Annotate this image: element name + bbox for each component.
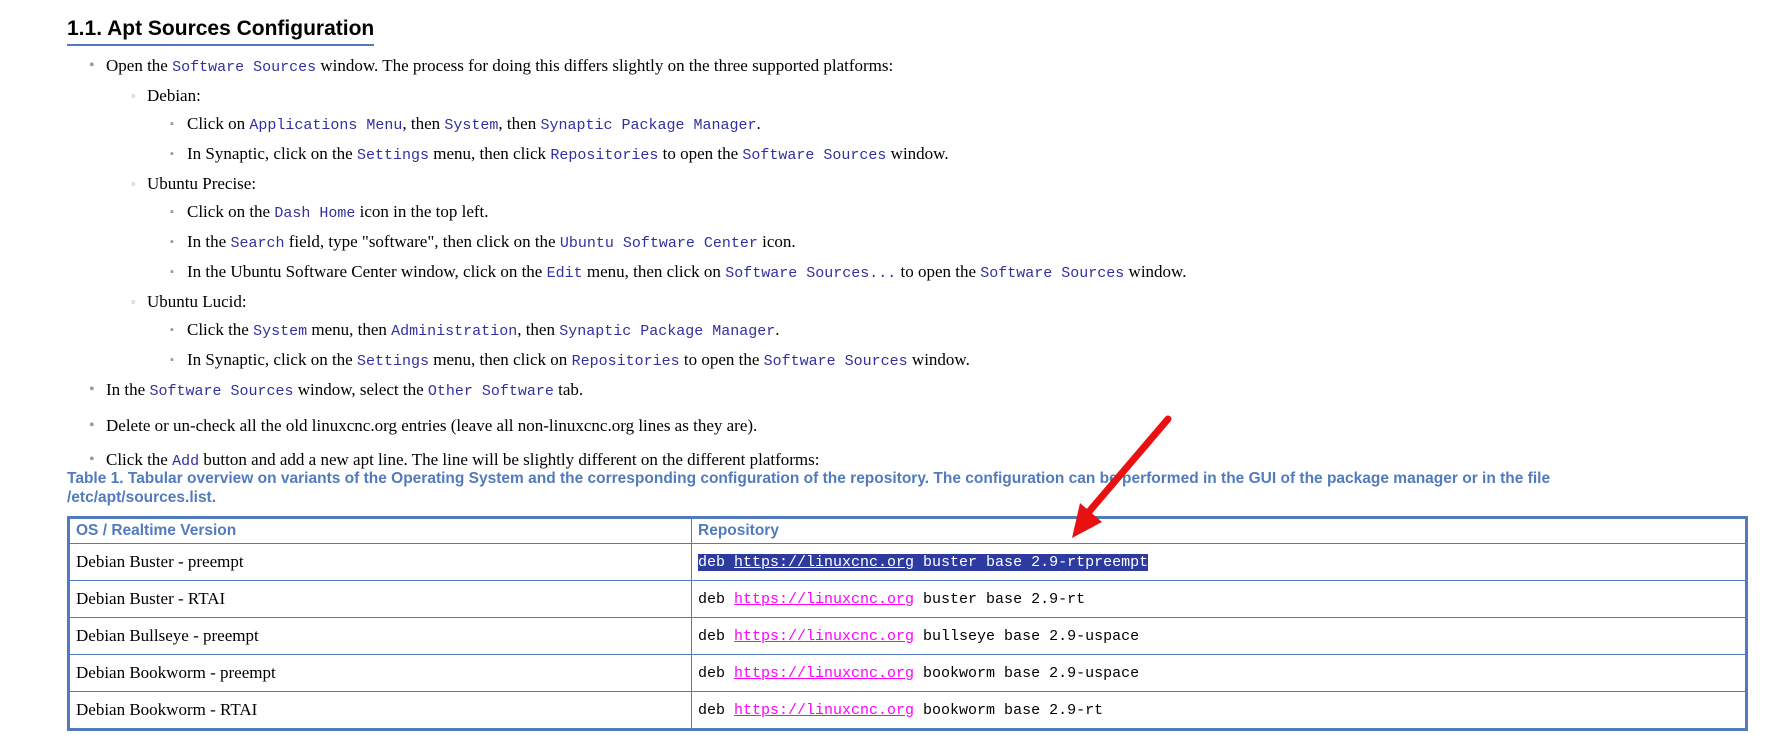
literal: Applications Menu [249,117,403,134]
list-item: ▪ In the Search field, type "software", t… [0,228,1771,258]
repository-link[interactable]: https://linuxcnc.org [734,554,914,571]
literal: Software Sources [149,383,294,400]
circle-bullet-icon: ◦ [131,294,136,309]
repository-link[interactable]: https://linuxcnc.org [734,628,914,645]
repository-link[interactable]: https://linuxcnc.org [734,591,914,608]
literal: System [444,117,499,134]
selected-text: deb https://linuxcnc.org buster base 2.9… [698,553,1149,571]
steps-list: • Open the Software Sources window. The p… [0,52,1771,476]
literal: Settings [356,147,429,164]
os-cell: Debian Buster - preempt [68,543,692,581]
square-bullet-icon: ▪ [170,324,174,336]
bullet-icon: • [89,57,95,74]
table-header-row: OS / Realtime Version Repository [68,517,1747,544]
circle-bullet-icon: ◦ [131,176,136,191]
literal: Repositories [571,353,680,370]
table-row: Debian Bullseye - preempt deb https://li… [68,617,1747,655]
repository-link[interactable]: https://linuxcnc.org [734,665,914,682]
literal: Software Sources [172,59,317,76]
literal: Dash Home [274,205,356,222]
literal: Synaptic Package Manager [540,117,757,134]
square-bullet-icon: ▪ [170,148,174,160]
table-caption: Table 1. Tabular overview on variants of… [67,470,1551,506]
list-item: ▪ In the Ubuntu Software Center window, c… [0,258,1771,288]
literal: Software Sources... [725,265,897,282]
table-row: Debian Buster - preempt deb https://linu… [68,543,1747,581]
square-bullet-icon: ▪ [170,354,174,366]
list-item: ▪ Click the System menu, then Administrat… [0,316,1771,346]
list-item: • Delete or un-check all the old linuxcnc… [0,412,1771,440]
list-item: ▪ In Synaptic, click on the Settings menu… [0,140,1771,170]
literal: Other Software [427,383,554,400]
repository-table: OS / Realtime Version Repository Debian … [67,516,1748,731]
literal: Software Sources [763,353,908,370]
literal: Repositories [550,147,659,164]
square-bullet-icon: ▪ [170,118,174,130]
square-bullet-icon: ▪ [170,206,174,218]
os-cell: Debian Bookworm - RTAI [68,691,692,730]
bullet-icon: • [89,381,95,398]
bullet-icon: • [89,417,95,434]
list-item: • In the Software Sources window, select … [0,376,1771,406]
table-row: Debian Bookworm - preempt deb https://li… [68,654,1747,692]
square-bullet-icon: ▪ [170,236,174,248]
section-title: 1.1. Apt Sources Configuration [67,16,375,47]
list-item: ▪ Click on Applications Menu, then System… [0,110,1771,140]
literal: Settings [356,353,429,370]
column-header-os: OS / Realtime Version [68,517,692,544]
square-bullet-icon: ▪ [170,266,174,278]
literal: Ubuntu Software Center [559,235,758,252]
list-item: • Open the Software Sources window. The p… [0,52,1771,82]
literal: Software Sources [980,265,1125,282]
document-page: 1.1. Apt Sources Configuration • Open the… [0,0,1771,746]
literal: Search [230,235,285,252]
repository-cell[interactable]: deb https://linuxcnc.org bullseye base 2… [691,617,1747,655]
os-cell: Debian Bookworm - preempt [68,654,692,692]
literal: Software Sources [742,147,887,164]
literal: System [253,323,308,340]
os-cell: Debian Buster - RTAI [68,580,692,618]
list-item: ◦ Ubuntu Precise: [0,170,1771,198]
repository-link[interactable]: https://linuxcnc.org [734,702,914,719]
literal: Administration [391,323,518,340]
column-header-repository: Repository [691,517,1747,544]
repository-cell[interactable]: deb https://linuxcnc.org bookworm base 2… [691,654,1747,692]
circle-bullet-icon: ◦ [131,88,136,103]
list-item: ▪ Click on the Dash Home icon in the top … [0,198,1771,228]
table-row: Debian Bookworm - RTAI deb https://linux… [68,691,1747,730]
repository-cell[interactable]: deb https://linuxcnc.org bookworm base 2… [691,691,1747,730]
repository-cell[interactable]: deb https://linuxcnc.org buster base 2.9… [691,543,1747,581]
list-item: ◦ Ubuntu Lucid: [0,288,1771,316]
repository-cell[interactable]: deb https://linuxcnc.org buster base 2.9… [691,580,1747,618]
os-cell: Debian Bullseye - preempt [68,617,692,655]
list-item: ▪ In Synaptic, click on the Settings menu… [0,346,1771,376]
table-row: Debian Buster - RTAI deb https://linuxcn… [68,580,1747,618]
literal: Synaptic Package Manager [559,323,776,340]
literal: Add [172,453,200,470]
literal: Edit [546,265,583,282]
list-item: ◦ Debian: [0,82,1771,110]
